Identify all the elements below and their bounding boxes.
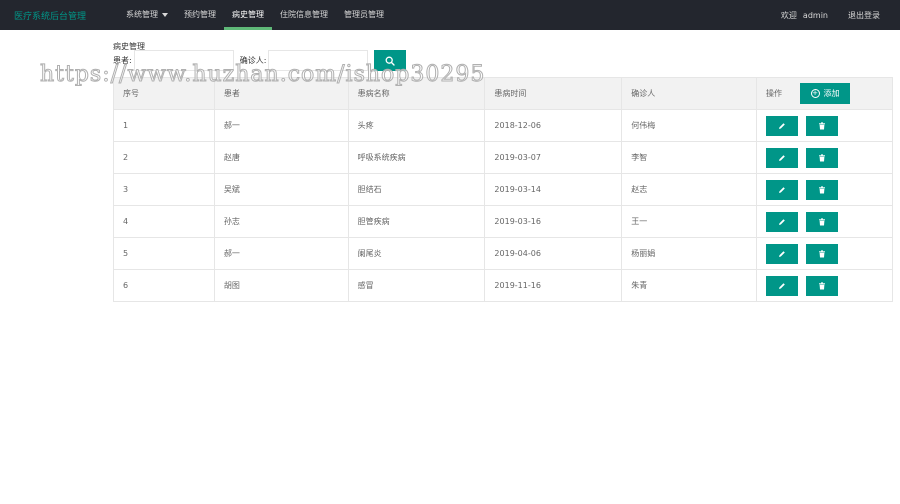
edit-button[interactable] [766, 275, 799, 296]
top-navbar: 医疗系统后台管理 系统管理 预约管理 病史管理 住院信息管理 管理员管理 欢迎 … [0, 0, 900, 30]
nav-item-label: 管理员管理 [344, 10, 384, 19]
column-header: 患病时间 [484, 77, 623, 110]
cell-disease: 阑尾炎 [348, 237, 486, 270]
nav-item-system[interactable]: 系统管理 [118, 0, 176, 30]
trash-icon [819, 281, 826, 289]
trash-icon [819, 185, 826, 193]
cell-actions [756, 237, 893, 270]
cell-doctor: 李智 [621, 141, 758, 174]
cell-index: 1 [113, 109, 215, 142]
cell-patient: 郝一 [214, 109, 349, 142]
column-header: 确诊人 [621, 77, 758, 110]
cell-disease: 头疼 [348, 109, 486, 142]
cell-doctor: 朱青 [621, 269, 758, 302]
cell-date: 2019-11-16 [484, 269, 623, 302]
delete-button[interactable] [806, 275, 839, 296]
table-row: 4 孙志 胆管疾病 2019-03-16 王一 [113, 205, 893, 238]
trash-icon [819, 217, 826, 225]
table-row: 3 吴斌 胆结石 2019-03-14 赵志 [113, 173, 893, 206]
cell-patient: 孙志 [214, 205, 349, 238]
cell-disease: 胆结石 [348, 173, 486, 206]
nav-item-label: 预约管理 [184, 10, 216, 19]
pencil-icon [779, 282, 785, 289]
cell-date: 2019-03-14 [484, 173, 623, 206]
nav-item-label: 系统管理 [126, 10, 158, 19]
cell-patient: 胡图 [214, 269, 349, 302]
delete-button[interactable] [806, 179, 839, 200]
cell-doctor: 杨丽娟 [621, 237, 758, 270]
cell-actions [756, 109, 893, 142]
welcome-text: 欢迎 [780, 10, 797, 20]
cell-doctor: 赵志 [621, 173, 758, 206]
trash-icon [819, 153, 826, 161]
column-header-actions: 操作 + 添加 [756, 77, 893, 110]
edit-button[interactable] [766, 211, 799, 232]
app-logo-title[interactable]: 医疗系统后台管理 [14, 9, 86, 22]
nav-item-appointment[interactable]: 预约管理 [176, 0, 224, 30]
cell-disease: 呼吸系统疾病 [348, 141, 486, 174]
pencil-icon [779, 154, 785, 161]
cell-actions [756, 269, 893, 302]
watermark-text: https://www.huzhan.com/ishop30295 [39, 62, 486, 88]
cell-patient: 郝一 [214, 237, 349, 270]
plus-circle-icon: + [810, 89, 820, 98]
cell-patient: 吴斌 [214, 173, 349, 206]
username[interactable]: admin [803, 11, 828, 20]
pencil-icon [779, 122, 785, 129]
edit-button[interactable] [766, 115, 799, 136]
edit-button[interactable] [766, 147, 799, 168]
delete-button[interactable] [806, 211, 839, 232]
pencil-icon [779, 250, 785, 257]
cell-actions [756, 173, 893, 206]
actions-header-label: 操作 [766, 89, 783, 98]
nav-item-hospitalization[interactable]: 住院信息管理 [272, 0, 336, 30]
delete-button[interactable] [806, 243, 839, 264]
trash-icon [819, 249, 826, 257]
edit-button[interactable] [766, 243, 799, 264]
cell-disease: 胆管疾病 [348, 205, 486, 238]
cell-doctor: 王一 [621, 205, 758, 238]
logout-link[interactable]: 退出登录 [848, 10, 880, 21]
pencil-icon [779, 218, 785, 225]
cell-index: 6 [113, 269, 215, 302]
nav-item-label: 住院信息管理 [280, 10, 328, 19]
cell-index: 3 [113, 173, 215, 206]
nav-item-label: 病史管理 [232, 10, 264, 19]
main-nav: 系统管理 预约管理 病史管理 住院信息管理 管理员管理 [118, 0, 392, 30]
add-button[interactable]: + 添加 [800, 83, 851, 104]
cell-index: 2 [113, 141, 215, 174]
nav-item-admin[interactable]: 管理员管理 [336, 0, 392, 30]
cell-doctor: 何伟梅 [621, 109, 758, 142]
caret-down-icon [162, 13, 168, 17]
delete-button[interactable] [806, 115, 839, 136]
table-row: 2 赵唐 呼吸系统疾病 2019-03-07 李智 [113, 141, 893, 174]
cell-date: 2019-04-06 [484, 237, 623, 270]
cell-date: 2018-12-06 [484, 109, 623, 142]
table-row: 6 胡图 感冒 2019-11-16 朱青 [113, 269, 893, 302]
pencil-icon [779, 186, 785, 193]
cell-date: 2019-03-07 [484, 141, 623, 174]
edit-button[interactable] [766, 179, 799, 200]
table-row: 5 郝一 阑尾炎 2019-04-06 杨丽娟 [113, 237, 893, 270]
cell-date: 2019-03-16 [484, 205, 623, 238]
cell-disease: 感冒 [348, 269, 486, 302]
user-area: 欢迎 admin 退出登录 [775, 0, 880, 30]
cell-index: 4 [113, 205, 215, 238]
add-button-label: 添加 [823, 89, 840, 98]
trash-icon [819, 121, 826, 129]
medical-history-table: 序号 患者 患病名称 患病时间 确诊人 操作 + 添加 1 郝一 头疼 2018… [113, 77, 893, 302]
delete-button[interactable] [806, 147, 839, 168]
cell-index: 5 [113, 237, 215, 270]
cell-patient: 赵唐 [214, 141, 349, 174]
cell-actions [756, 205, 893, 238]
nav-item-medical-history[interactable]: 病史管理 [224, 0, 272, 30]
table-row: 1 郝一 头疼 2018-12-06 何伟梅 [113, 109, 893, 142]
cell-actions [756, 141, 893, 174]
